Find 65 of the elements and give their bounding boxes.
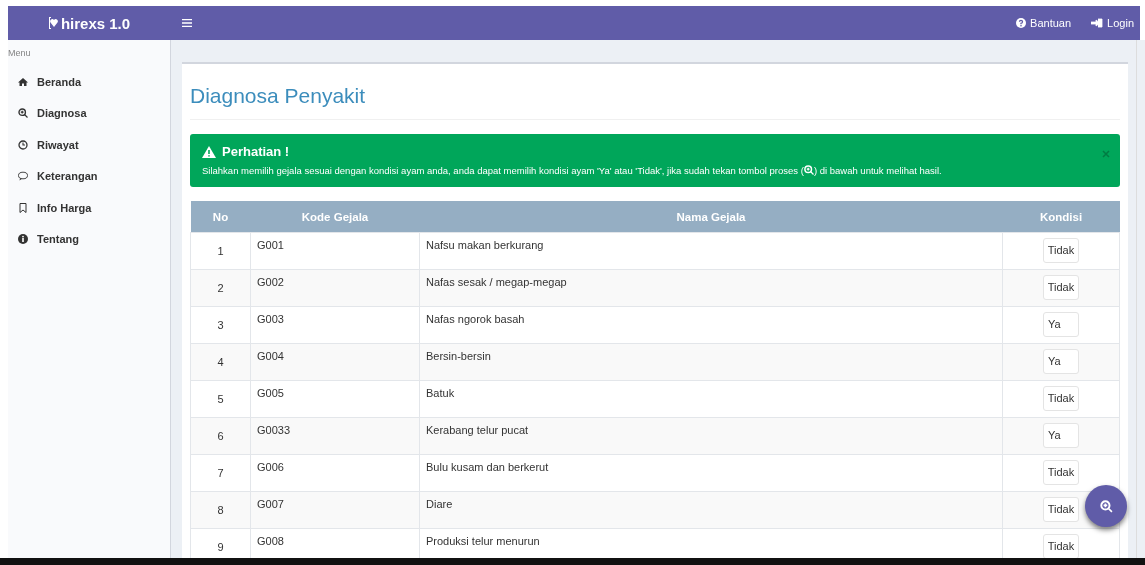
sidebar-item[interactable]: Diagnosa [8,97,170,129]
column-header: Kondisi [1002,201,1120,233]
table-cell: 5 [190,380,251,418]
menu-header: Menu [8,47,32,60]
sidebar-item[interactable]: Beranda [8,66,170,98]
warning-icon [202,145,216,158]
table-cell: Diare [419,491,1003,529]
login-icon [1091,18,1104,28]
sidebar-item[interactable]: Riwayat [8,129,170,161]
alert-title: Perhatian ! [222,144,290,159]
page-title: Diagnosa Penyakit [190,64,1120,120]
heart-icon [47,16,60,30]
speech-bubble-icon [18,171,28,182]
clock-icon [18,139,28,150]
menu-icon[interactable] [182,19,192,27]
info-icon [18,234,28,245]
condition-select[interactable]: Ya [1043,312,1079,337]
bookmark-icon [18,202,28,213]
table-cell: Nafas sesak / megap-megap [419,269,1003,307]
table-cell: Batuk [419,380,1003,418]
help-link[interactable]: Bantuan [1016,17,1072,29]
help-icon [1016,18,1027,28]
condition-select[interactable]: Tidak [1042,386,1080,411]
table-cell: G004 [250,343,420,381]
table-cell: G007 [250,491,420,529]
sidebar-item[interactable]: Info Harga [8,192,170,224]
condition-select[interactable]: Tidak [1042,534,1080,558]
table-cell: G002 [250,269,420,307]
search-icon [1099,499,1113,513]
scrollbar[interactable] [1136,40,1145,558]
condition-select[interactable]: Tidak [1042,275,1080,300]
table-cell: Bersin-bersin [419,343,1003,381]
condition-select[interactable]: Tidak [1042,497,1080,522]
sidebar-item[interactable]: Keterangan [8,160,170,192]
table-cell: Nafas ngorok basah [419,306,1003,344]
sidebar-item[interactable]: Tentang [8,223,170,255]
table-cell: G005 [250,380,420,418]
table-cell: Bulu kusam dan berkerut [419,454,1003,492]
table-cell: 4 [190,343,251,381]
table-cell: 1 [190,232,251,270]
table-cell: 8 [190,491,251,529]
table-cell: G001 [250,232,420,270]
table-cell: G003 [250,306,420,344]
column-header: Nama Gejala [419,201,1003,233]
table-cell: 6 [190,417,251,455]
condition-select[interactable]: Tidak [1042,238,1080,263]
table-cell: Nafsu makan berkurang [419,232,1003,270]
brand-logo[interactable]: hirexs 1.0 [8,14,170,32]
brand-name: hirexs 1.0 [60,14,131,32]
house-icon [18,76,28,87]
alert-message: Silahkan memilih gejala sesuai dengan kondisi ayam anda, anda dapat memilih kondisi ayam 'Ya' atau 'Tidak', jika sudah tekan tombol proses ( ) di bawah untuk melihat hasil. [202,165,943,176]
condition-select[interactable]: Ya [1043,349,1079,374]
condition-select[interactable]: Ya [1043,423,1079,448]
login-link[interactable]: Login [1091,17,1134,29]
table-cell: Kerabang telur pucat [419,417,1003,455]
table-cell: G006 [250,454,420,492]
condition-select[interactable]: Tidak [1042,460,1080,485]
search-icon [18,108,28,119]
column-header: No [190,201,251,233]
table-cell: G0033 [250,417,420,455]
table-cell: 7 [190,454,251,492]
table-cell: 2 [190,269,251,307]
table-cell: 3 [190,306,251,344]
search-icon [803,165,814,175]
column-header: Kode Gejala [250,201,420,233]
